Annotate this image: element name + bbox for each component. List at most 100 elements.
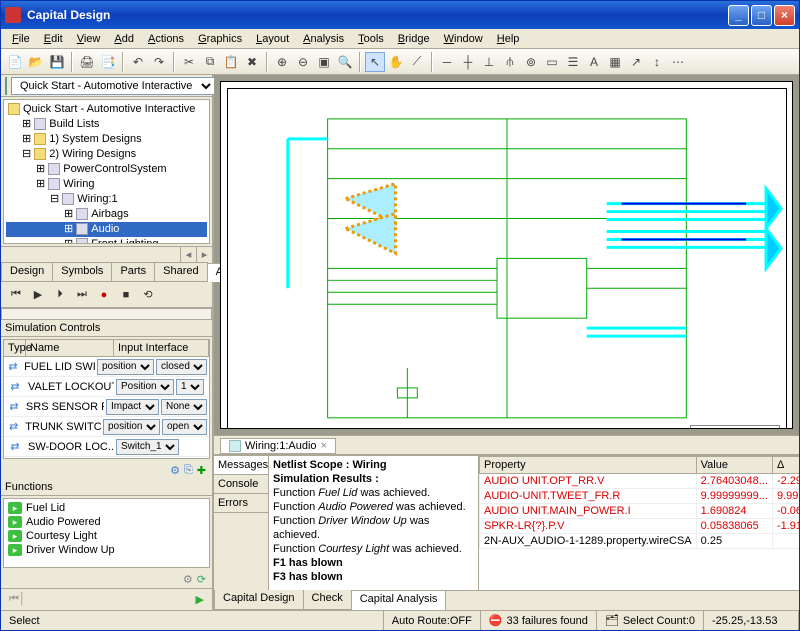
sim-row[interactable]: ⇄SW-DOOR LOC...Switch_1 [4,437,209,457]
sim-input-a[interactable]: Position [116,379,174,395]
sim-tool-1-icon[interactable]: ⚙ [170,464,180,477]
zoom-fit-icon[interactable]: ▣ [314,52,334,72]
tab-parts[interactable]: Parts [111,262,155,281]
tab-console[interactable]: Console [214,475,268,494]
tree-item[interactable]: ⊞ Front Lighting [6,237,207,244]
quickstart-icon[interactable] [5,77,7,95]
menu-file[interactable]: File [5,31,37,47]
sim-row[interactable]: ⇄FUEL LID SWITCHpositionclosed [4,357,209,377]
menu-edit[interactable]: Edit [37,31,70,47]
copy-icon[interactable]: ⧉ [200,52,220,72]
rewind-button[interactable]: ⏮ [7,286,25,304]
schematic-canvas[interactable]: Mentor Graphics [227,88,787,429]
wire-icon[interactable]: ─ [437,52,457,72]
project-tree[interactable]: Quick Start - Automotive Interactive⊞ Bu… [3,99,210,244]
tree-root[interactable]: Quick Start - Automotive Interactive [6,102,207,117]
tab-errors[interactable]: Errors [214,494,268,513]
tree-item[interactable]: ⊞ Airbags [6,207,207,222]
play-button[interactable]: ▶ [29,286,47,304]
tree-item[interactable]: ⊞ Wiring [6,177,207,192]
function-item[interactable]: ▸Fuel Lid [6,501,207,515]
tab-shared[interactable]: Shared [154,262,207,281]
property-grid[interactable]: Property Value Δ AUDIO UNIT.OPT_RR.V2.76… [479,456,799,590]
functions-list[interactable]: ▸Fuel Lid▸Audio Powered▸Courtesy Light▸D… [3,498,210,568]
menu-analysis[interactable]: Analysis [296,31,351,47]
status-failures[interactable]: ⛔ 33 failures found [481,611,597,630]
menu-view[interactable]: View [70,31,108,47]
fast-button[interactable]: ⏭ [73,286,91,304]
menu-tools[interactable]: Tools [351,31,391,47]
tree-item[interactable]: ⊞ PowerControlSystem [6,162,207,177]
sim-tool-3-icon[interactable]: ✚ [197,464,206,477]
close-button[interactable]: × [774,5,795,26]
menu-bridge[interactable]: Bridge [391,31,437,47]
select-icon[interactable]: ↖ [365,52,385,72]
minimize-button[interactable]: _ [728,5,749,26]
close-tab-icon[interactable]: × [321,440,327,452]
refresh-button[interactable]: ⟲ [139,286,157,304]
sim-row[interactable]: ⇄SRS SENSOR FRImpactNone [4,397,209,417]
undo-icon[interactable]: ↶ [128,52,148,72]
sim-tool-2-icon[interactable]: ⎘ [184,464,193,477]
net-icon[interactable]: ┼ [458,52,478,72]
tree-item[interactable]: ⊟ 2) Wiring Designs [6,147,207,162]
delete-icon[interactable]: ✖ [242,52,262,72]
bottom-tab-check[interactable]: Check [303,590,352,610]
sim-input-b[interactable]: open [162,419,207,435]
function-item[interactable]: ▸Audio Powered [6,515,207,529]
tab-symbols[interactable]: Symbols [52,262,112,281]
tree-scroll-right-icon[interactable]: ▸ [196,247,212,262]
function-item[interactable]: ▸Courtesy Light [6,529,207,543]
arrow-icon[interactable]: ↗ [626,52,646,72]
tab-design[interactable]: Design [1,262,53,281]
sim-input-b[interactable]: 1 [176,379,204,395]
step-button[interactable]: ⏵ [51,286,69,304]
new-icon[interactable]: 📄 [5,52,25,72]
measure-icon[interactable]: ⟋ [407,52,427,72]
menu-add[interactable]: Add [107,31,141,47]
text-icon[interactable]: A [584,52,604,72]
more-icon[interactable]: ⋯ [668,52,688,72]
sim-input-a[interactable]: position [103,419,160,435]
fn-tool-1-icon[interactable]: ⚙ [183,573,193,586]
property-row[interactable]: 2N-AUX_AUDIO-1-1289.property.wireCSA0.25 [480,534,800,549]
sim-row[interactable]: ⇄VALET LOCKOUTPosition1 [4,377,209,397]
property-row[interactable]: AUDIO UNIT.MAIN_POWER.I1.690824-0.065788… [480,504,800,519]
menu-graphics[interactable]: Graphics [191,31,249,47]
sim-input-b[interactable]: None [161,399,207,415]
fn-tool-2-icon[interactable]: ⟳ [197,573,206,586]
rewind-end-icon[interactable]: ⏮│ [9,593,26,606]
tree-item[interactable]: ⊟ Wiring:1 [6,192,207,207]
tab-messages[interactable]: Messages [214,456,268,475]
splice-icon[interactable]: ⊥ [479,52,499,72]
play-end-icon[interactable]: ▶ [196,593,204,606]
simulation-controls-grid[interactable]: Type Name Input Interface ⇄FUEL LID SWIT… [3,339,210,459]
open-icon[interactable]: 📂 [26,52,46,72]
connector-icon[interactable]: ⫛ [500,52,520,72]
tree-item[interactable]: ⊞ Build Lists [6,117,207,132]
table-icon[interactable]: ▦ [605,52,625,72]
layer-icon[interactable]: ☰ [563,52,583,72]
redo-icon[interactable]: ↷ [149,52,169,72]
zoom-out-icon[interactable]: ⊖ [293,52,313,72]
function-item[interactable]: ▸Driver Window Up [6,543,207,557]
cut-icon[interactable]: ✂ [179,52,199,72]
dim-icon[interactable]: ↕ [647,52,667,72]
print-icon[interactable]: 🖨 [77,52,97,72]
stop-button[interactable]: ■ [117,286,135,304]
zoom-area-icon[interactable]: 🔍 [335,52,355,72]
sim-row[interactable]: ⇄TRUNK SWITCHpositionopen [4,417,209,437]
menu-actions[interactable]: Actions [141,31,191,47]
console-messages[interactable]: Netlist Scope : WiringSimulation Results… [269,456,479,590]
tree-item[interactable]: ⊞ Audio [6,222,207,237]
property-row[interactable]: AUDIO UNIT.OPT_RR.V2.76403048...-2.29035… [480,474,800,489]
pan-icon[interactable]: ✋ [386,52,406,72]
sim-input-b[interactable]: closed [156,359,207,375]
maximize-button[interactable]: □ [751,5,772,26]
property-row[interactable]: SPKR-LR{?}.P.V0.05838065-1.9173133... [480,519,800,534]
tree-item[interactable]: ⊞ 1) System Designs [6,132,207,147]
sim-input-a[interactable]: Switch_1 [116,439,179,455]
canvas-scroll[interactable]: Mentor Graphics [220,81,793,429]
tree-scroll-left-icon[interactable]: ◂ [180,247,196,262]
bottom-tab-capital-analysis[interactable]: Capital Analysis [351,591,447,611]
